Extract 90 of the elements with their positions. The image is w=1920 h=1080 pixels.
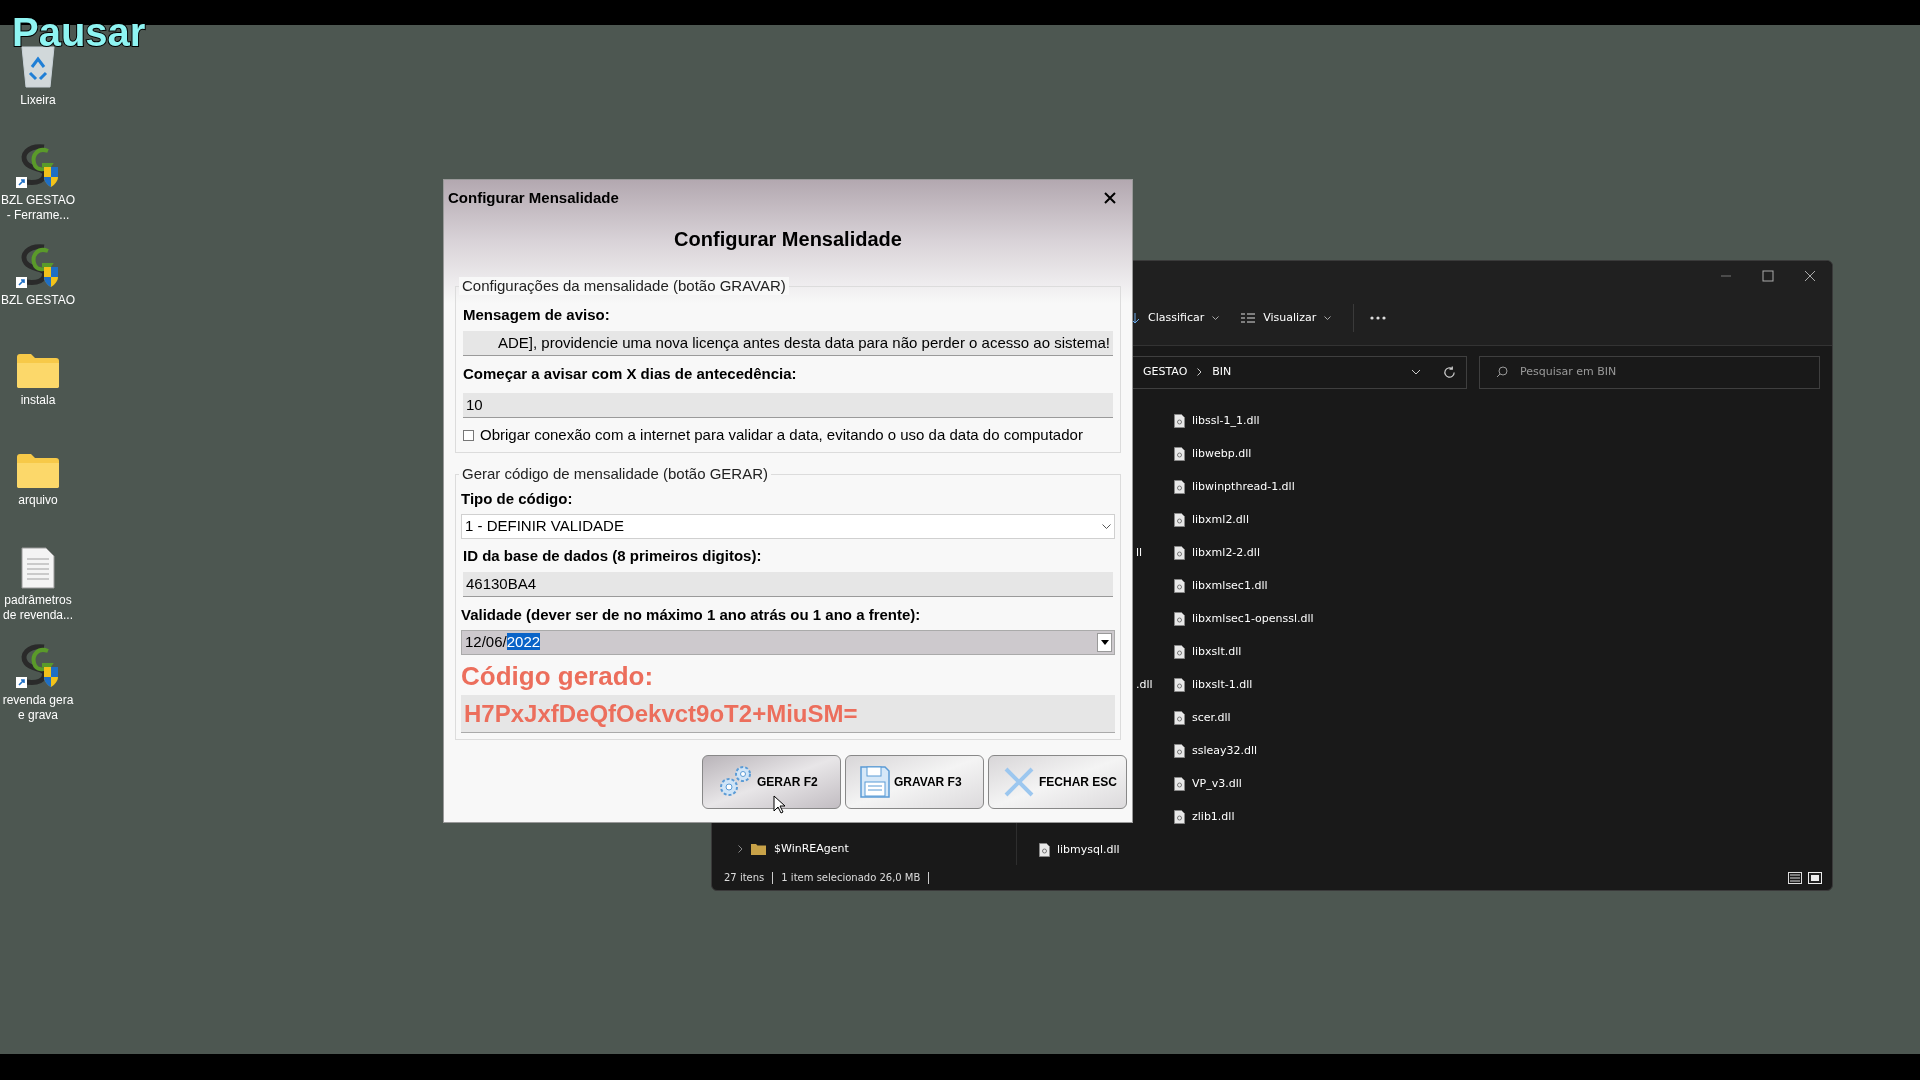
folder-icon <box>16 453 60 489</box>
file-icon <box>1174 414 1185 428</box>
file-list-item[interactable]: .dll <box>1136 671 1153 699</box>
list-view-icon <box>1241 313 1256 323</box>
file-icon <box>1174 645 1185 659</box>
message-input[interactable]: ADE], providencie uma nova licença antes desta data para não perder o acesso ao sistema! <box>463 331 1113 356</box>
file-list-item[interactable]: VP_v3.dll <box>1174 770 1242 798</box>
file-list-item[interactable]: ll <box>1136 539 1143 567</box>
group-legend: Configurações da mensalidade (botão GRAVAR) <box>459 277 789 295</box>
recycle-bin-icon <box>18 45 58 89</box>
breadcrumb-item[interactable]: GESTAO <box>1143 363 1188 381</box>
document-icon <box>21 547 55 589</box>
field-label: Mensagem de aviso: <box>463 306 611 324</box>
close-icon[interactable] <box>1104 192 1116 204</box>
file-icon <box>1174 579 1185 593</box>
field-label: ID da base de dados (8 primeiros digitos): <box>463 547 763 565</box>
file-list-item[interactable]: libwebp.dll <box>1174 440 1252 468</box>
search-field[interactable]: Pesquisar em BIN <box>1479 355 1820 389</box>
toolbar-dropdown-button[interactable]: Classificar <box>1130 309 1220 327</box>
file-list-item[interactable]: ssleay32.dll <box>1174 737 1258 765</box>
file-list-item[interactable]: libxmlsec1.dll <box>1174 572 1268 600</box>
chevron-down-icon <box>1324 315 1332 321</box>
gears-icon <box>717 765 753 799</box>
desktop-icon-label[interactable]: padrâmetros de revenda... <box>2 593 74 623</box>
maximize-icon[interactable] <box>1762 270 1774 282</box>
file-icon <box>1174 711 1185 725</box>
file-icon <box>1174 612 1185 626</box>
desktop-icon-label[interactable]: BZL GESTAO <box>1 293 75 308</box>
field-label: Tipo de código: <box>461 490 574 508</box>
x-icon <box>1003 766 1035 798</box>
file-icon <box>1174 678 1185 692</box>
search-icon <box>1496 366 1508 378</box>
toolbar-dropdown-button[interactable]: Visualizar <box>1241 309 1332 327</box>
generated-code-label: Código gerado: <box>461 661 655 691</box>
details-view-icon[interactable] <box>1788 871 1802 884</box>
chevron-down-icon <box>1102 523 1111 530</box>
file-list-item[interactable]: libxslt-1.dll <box>1174 671 1253 699</box>
field-label: Começar a avisar com X dias de antecedência: <box>463 365 798 383</box>
file-icon <box>1174 546 1185 560</box>
file-list-item[interactable]: zlib1.dll <box>1174 803 1235 831</box>
mouse-cursor-icon <box>773 795 786 814</box>
file-icon <box>1174 480 1185 494</box>
file-icon <box>1174 447 1185 461</box>
file-icon <box>1039 843 1050 857</box>
desktop-icon-label[interactable]: BZL GESTAO - Ferrame... <box>1 193 75 223</box>
file-icon <box>1174 744 1185 758</box>
nav-tree-item[interactable]: $WinREAgent <box>738 836 849 862</box>
action-button[interactable]: GERAR F2 <box>702 755 841 809</box>
status-text: 1 item selecionado 26,0 MB <box>781 871 921 885</box>
file-list-item[interactable]: libmysql.dll <box>1039 836 1120 864</box>
database-id-input[interactable]: 46130BA4 <box>463 572 1113 597</box>
pause-overlay-text: Pausar <box>12 15 146 49</box>
file-list-item[interactable]: libxml2-2.dll <box>1174 539 1260 567</box>
file-list-item[interactable]: libssl-1_1.dll <box>1174 407 1260 435</box>
file-icon <box>1174 777 1185 791</box>
action-button[interactable]: FECHAR ESC <box>988 755 1127 809</box>
field-label: Validade (dever ser de no máximo 1 ano atrás ou 1 ano a frente): <box>461 606 922 624</box>
refresh-icon[interactable] <box>1443 365 1456 379</box>
status-text: 27 itens <box>724 871 765 885</box>
file-icon <box>1174 513 1185 527</box>
file-list-item[interactable]: scer.dll <box>1174 704 1231 732</box>
folder-icon <box>751 843 766 855</box>
chevron-down-icon <box>1212 315 1220 321</box>
checkbox[interactable] <box>463 429 474 441</box>
file-list-item[interactable]: libxmlsec1-openssl.dll <box>1174 605 1314 633</box>
breadcrumb-item[interactable]: BIN <box>1212 363 1232 381</box>
file-icon <box>1174 810 1185 824</box>
days-input[interactable]: 10 <box>463 393 1113 418</box>
group-legend: Gerar código de mensalidade (botão GERAR) <box>459 465 771 483</box>
chevron-right-icon <box>1197 368 1203 376</box>
dropdown-arrow-icon <box>1100 640 1109 645</box>
chevron-right-icon <box>738 845 743 853</box>
tiles-view-icon[interactable] <box>1808 871 1822 884</box>
desktop-icon-label[interactable]: Lixeira <box>20 93 56 108</box>
dialog-heading: Configurar Mensalidade <box>674 227 902 252</box>
window-title: Configurar Mensalidade <box>448 187 619 208</box>
folder-icon <box>16 353 60 389</box>
desktop-icon-label[interactable]: revenda gera e grava <box>2 693 74 723</box>
file-list-item[interactable]: libxml2.dll <box>1174 506 1249 534</box>
chevron-down-icon[interactable] <box>1411 369 1421 375</box>
desktop-icon-label[interactable]: instala <box>20 393 56 408</box>
more-options-icon[interactable] <box>1370 316 1387 320</box>
code-type-dropdown[interactable]: 1 - DEFINIR VALIDADE <box>461 514 1115 539</box>
desktop-icon-label[interactable]: arquivo <box>18 493 58 508</box>
sort-arrow-icon <box>1130 312 1140 324</box>
file-list-item[interactable]: libxslt.dll <box>1174 638 1242 666</box>
close-icon[interactable] <box>1804 270 1816 282</box>
checkbox-label[interactable]: Obrigar conexão com a internet para validar a data, evitando o uso da data do computador <box>480 426 1083 444</box>
action-button[interactable]: GRAVAR F3 <box>845 755 984 809</box>
file-list-item[interactable]: libwinpthread-1.dll <box>1174 473 1295 501</box>
